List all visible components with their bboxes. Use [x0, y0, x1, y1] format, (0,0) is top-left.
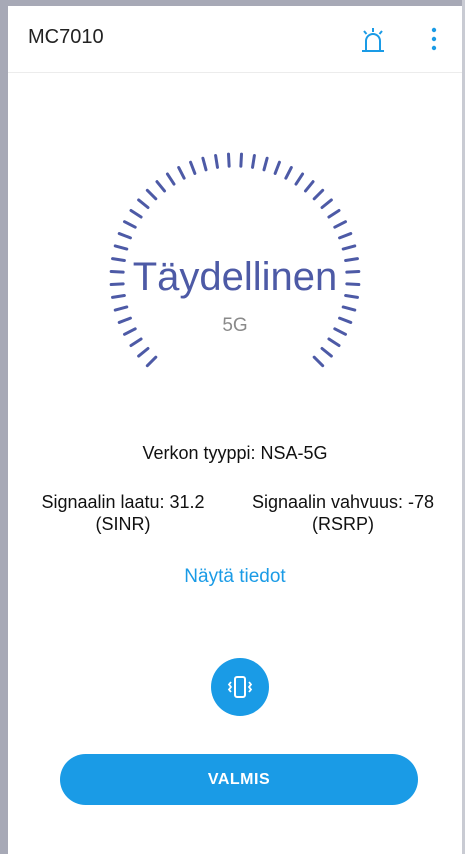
gauge-tick [177, 166, 186, 180]
gauge-tick [155, 180, 167, 193]
gauge-tick [320, 346, 333, 358]
gauge-tick [201, 156, 208, 172]
gauge-tick [145, 188, 158, 201]
gauge-tick [189, 160, 197, 175]
sinr-metric: Signaalin laatu: 31.2 (SINR) [18, 491, 228, 535]
window-frame-left [0, 0, 8, 854]
sinr-value: Signaalin laatu: 31.2 [41, 492, 205, 512]
gauge-tick [165, 172, 176, 186]
gauge-tick [294, 172, 305, 186]
show-details-link[interactable]: Näytä tiedot [8, 566, 462, 588]
gauge-tick [341, 244, 357, 251]
network-generation-label: 5G [222, 315, 248, 336]
done-button[interactable]: VALMIS [60, 754, 418, 805]
gauge-tick [320, 198, 333, 210]
device-title: MC7010 [28, 26, 104, 48]
gauge-tick [284, 166, 293, 180]
rsrp-metric: Signaalin vahvuus: -78 (RSRP) [228, 491, 458, 535]
vibrate-button[interactable] [211, 658, 269, 716]
gauge-tick [312, 188, 325, 201]
gauge-tick [273, 160, 281, 175]
gauge-tick [123, 220, 137, 229]
signal-quality-label: Täydellinen [132, 255, 338, 299]
gauge-tick [227, 152, 231, 168]
gauge-tick [137, 346, 150, 358]
gauge-tick [214, 154, 219, 169]
gauge-tick [338, 232, 353, 240]
gauge-tick [239, 152, 243, 168]
gauge-tick [129, 208, 143, 219]
rsrp-value: Signaalin vahvuus: -78 [251, 492, 435, 512]
gauge-tick [137, 198, 150, 210]
rsrp-unit: (RSRP) [312, 514, 374, 534]
gauge-tick [262, 156, 269, 172]
more-vertical-icon[interactable] [426, 24, 442, 56]
gauge-tick [341, 305, 357, 312]
gauge-tick [145, 355, 158, 368]
gauge-tick [333, 220, 347, 229]
gauge-tick [113, 244, 129, 251]
gauge-tick [251, 154, 256, 169]
network-type-text: Verkon tyyppi: NSA-5G [142, 443, 328, 463]
gauge-tick [117, 232, 132, 240]
sinr-unit: (SINR) [95, 514, 151, 534]
gauge-tick [327, 208, 341, 219]
alarm-light-icon[interactable] [358, 26, 388, 56]
gauge-tick [129, 337, 143, 348]
gauge-tick [312, 355, 325, 368]
gauge-tick [113, 305, 129, 312]
app-header: MC7010 [8, 6, 462, 73]
gauge-tick [303, 180, 315, 193]
vibrate-phone-icon [227, 676, 253, 698]
gauge-tick [327, 337, 341, 348]
